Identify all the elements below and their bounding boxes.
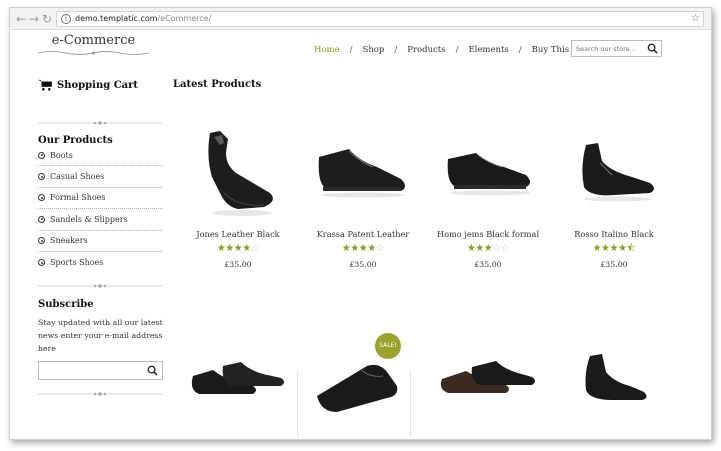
- address-bar[interactable]: i demo.templatic.com/eCommerce/ ☆: [56, 11, 704, 27]
- product-image[interactable]: [568, 350, 658, 410]
- star-icon[interactable]: ☆: [691, 12, 700, 26]
- star-empty-icon: ☆: [500, 243, 510, 254]
- star-filled-icon: ★: [350, 243, 359, 254]
- star-filled-icon: ★: [609, 243, 619, 254]
- cart-label: Shopping Cart: [57, 79, 139, 91]
- subscribe-text: Stay updated with all our latest news en…: [38, 318, 163, 353]
- category-item[interactable]: Casual Shoes: [38, 166, 163, 188]
- star-filled-icon: ★: [225, 243, 234, 254]
- search-icon[interactable]: [647, 43, 658, 54]
- rating-stars: ★★★★☆: [303, 243, 423, 255]
- logo-text: e-Commerce: [51, 33, 136, 48]
- store-search: [571, 40, 662, 57]
- category-item[interactable]: Formal Shoes: [38, 188, 163, 210]
- star-filled-icon: ★: [242, 243, 251, 254]
- product-card[interactable]: Homo jems Black formal ★★★☆☆ £35.00: [428, 127, 548, 277]
- logo-swirl-ornament: [37, 51, 150, 55]
- bullet-icon: [38, 237, 45, 245]
- back-arrow-icon[interactable]: ←: [14, 12, 28, 26]
- category-label: Casual Shoes: [50, 172, 105, 182]
- star-filled-icon: ★: [358, 243, 368, 254]
- product-image[interactable]: [183, 350, 293, 405]
- search-icon[interactable]: [147, 365, 158, 376]
- category-list: Boots Casual Shoes Formal Shoes Sandels …: [38, 145, 163, 273]
- category-label: Sandels & Slippers: [50, 214, 128, 224]
- section-divider: [38, 121, 162, 125]
- nav-item-products[interactable]: Products: [407, 45, 445, 55]
- bullet-icon: [38, 215, 45, 223]
- category-item[interactable]: Boots: [38, 145, 163, 167]
- column-divider: [410, 370, 411, 438]
- nav-separator: /: [394, 45, 398, 55]
- rating-stars: ★★★★☆: [178, 243, 298, 255]
- nav-item-home[interactable]: Home: [314, 45, 340, 55]
- star-empty-icon: ☆: [492, 243, 501, 254]
- nav-item-elements[interactable]: Elements: [468, 45, 508, 55]
- rating-stars: ★★★☆☆: [428, 243, 548, 255]
- product-price: £35.00: [600, 260, 628, 269]
- product-image[interactable]: [303, 127, 423, 227]
- star-empty-icon: ☆: [250, 243, 260, 254]
- bullet-icon: [38, 151, 45, 159]
- bullet-icon: [38, 194, 45, 202]
- category-label: Boots: [50, 150, 73, 160]
- star-filled-icon: ★: [483, 243, 493, 254]
- column-divider: [297, 370, 298, 438]
- subscribe-title: Subscribe: [38, 299, 94, 310]
- subscribe-form: [38, 361, 163, 380]
- product-name[interactable]: Rosso Italino Black: [554, 229, 674, 239]
- cart-icon: [38, 79, 52, 91]
- star-filled-icon: ★: [367, 243, 376, 254]
- product-price: £35.00: [349, 260, 377, 269]
- product-image[interactable]: [178, 127, 298, 227]
- latest-products-title: Latest Products: [173, 79, 262, 90]
- section-divider: [38, 392, 162, 396]
- info-icon[interactable]: i: [61, 14, 71, 24]
- product-price: £35.00: [474, 260, 502, 269]
- category-label: Sports Shoes: [50, 258, 104, 268]
- nav-separator: /: [349, 45, 353, 55]
- star-filled-icon: ★: [475, 243, 484, 254]
- bullet-icon: [38, 173, 45, 181]
- shopping-cart-link[interactable]: Shopping Cart: [38, 79, 138, 91]
- product-card[interactable]: Krassa Patent Leather ★★★★☆ £35.00: [303, 127, 423, 277]
- star-filled-icon: ★: [233, 243, 243, 254]
- nav-separator: /: [455, 45, 459, 55]
- category-label: Sneakers: [50, 236, 88, 246]
- star-empty-icon: ☆: [375, 243, 385, 254]
- section-divider: [38, 284, 162, 288]
- product-price: £35.00: [224, 260, 252, 269]
- product-image[interactable]: [307, 352, 407, 422]
- sale-badge: SALE!: [375, 333, 401, 359]
- product-card[interactable]: Rosso Italino Black ★★★★⯪ £35.00: [554, 127, 674, 277]
- product-name[interactable]: Homo jems Black formal: [428, 229, 548, 239]
- product-image[interactable]: [428, 127, 548, 227]
- forward-arrow-icon[interactable]: →: [27, 12, 41, 26]
- category-item[interactable]: Sneakers: [38, 231, 163, 252]
- category-label: Formal Shoes: [50, 193, 106, 203]
- rating-stars: ★★★★⯪: [554, 243, 674, 255]
- star-half-icon: ⯪: [626, 243, 636, 254]
- product-image[interactable]: [554, 127, 674, 227]
- reload-icon[interactable]: ↻: [40, 12, 54, 26]
- main-navigation: Home / Shop / Products / Elements / Buy …: [314, 43, 601, 57]
- nav-item-shop[interactable]: Shop: [363, 45, 385, 55]
- search-input[interactable]: [572, 41, 646, 56]
- url-text: demo.templatic.com/eCommerce/: [75, 14, 212, 23]
- star-filled-icon: ★: [601, 243, 610, 254]
- product-name[interactable]: Jones Leather Black: [178, 229, 298, 239]
- category-item[interactable]: Sports Shoes: [38, 252, 163, 273]
- product-name[interactable]: Krassa Patent Leather: [303, 229, 423, 239]
- category-item[interactable]: Sandels & Slippers: [38, 209, 163, 231]
- site-logo[interactable]: e-Commerce: [36, 34, 151, 56]
- bullet-icon: [38, 259, 45, 267]
- email-field[interactable]: [39, 362, 139, 379]
- product-card[interactable]: Jones Leather Black ★★★★☆ £35.00: [178, 127, 298, 277]
- nav-separator: /: [518, 45, 522, 55]
- product-image[interactable]: [432, 355, 542, 405]
- browser-toolbar: ← → ↻ i demo.templatic.com/eCommerce/ ☆: [10, 8, 711, 30]
- star-filled-icon: ★: [592, 243, 602, 254]
